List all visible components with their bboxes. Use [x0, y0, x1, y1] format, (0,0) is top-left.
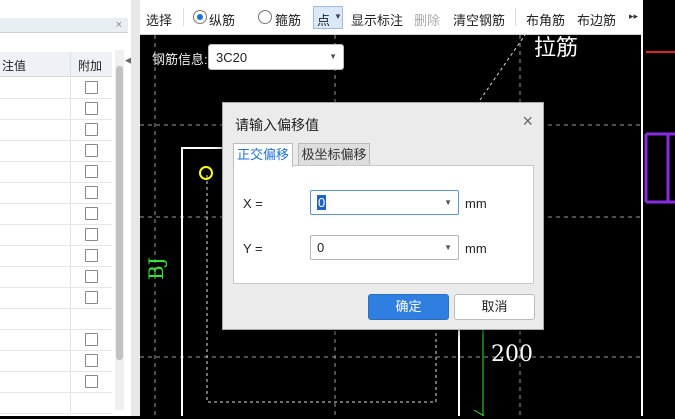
more-icon[interactable]: ▸▸ — [629, 11, 638, 22]
attach-checkbox[interactable] — [85, 291, 98, 304]
table-row — [0, 203, 112, 225]
longitudinal-label[interactable]: 纵筋 — [209, 10, 235, 29]
longitudinal-radio[interactable] — [193, 10, 207, 24]
chevron-down-icon: ▼ — [444, 198, 452, 207]
clear-rebar-button[interactable]: 清空钢筋 — [453, 10, 505, 29]
attach-checkbox[interactable] — [85, 144, 98, 157]
cancel-button[interactable]: 取消 — [454, 294, 535, 320]
toolbar-separator — [183, 8, 184, 26]
tab-orthogonal-offset[interactable]: 正交偏移 — [233, 143, 293, 167]
table-row — [0, 245, 112, 267]
dialog-tab-content: X = 0 ▼ mm Y = 0 ▼ mm — [233, 165, 534, 284]
select-button[interactable]: 选择 — [146, 10, 172, 29]
chevron-down-icon: ▼ — [329, 52, 337, 61]
attach-checkbox[interactable] — [85, 81, 98, 94]
point-mode-value: 点 — [317, 13, 331, 28]
leader-line — [479, 35, 526, 101]
table-row — [0, 329, 112, 351]
right-strip-drawing — [641, 0, 675, 416]
y-offset-value: 0 — [317, 240, 325, 255]
close-icon[interactable]: × — [522, 111, 533, 132]
corner-rebar-button[interactable]: 布角筋 — [526, 10, 565, 29]
table-row — [0, 182, 112, 204]
chevron-down-icon: ▼ — [334, 12, 342, 21]
table-row — [0, 287, 112, 309]
x-label: X = — [243, 196, 263, 211]
table-row — [0, 224, 112, 246]
table-row — [0, 266, 112, 288]
dialog-title: 请输入偏移值 — [235, 117, 319, 133]
column-header-attach: 附加 — [78, 59, 103, 73]
point-mode-dropdown[interactable]: 点 ▼ — [313, 6, 343, 29]
table-row — [0, 119, 112, 141]
right-canvas-strip — [641, 0, 675, 416]
delete-button[interactable]: 删除 — [414, 10, 440, 29]
canvas-text-top: 拉筋 — [534, 36, 579, 61]
attach-checkbox[interactable] — [85, 165, 98, 178]
toolbar-separator — [515, 8, 516, 26]
table-row — [0, 350, 112, 372]
attach-checkbox[interactable] — [85, 375, 98, 388]
attach-checkbox[interactable] — [85, 228, 98, 241]
stirrup-label[interactable]: 箍筋 — [275, 10, 301, 29]
column-header-value: 注值 — [2, 59, 27, 73]
ok-button[interactable]: 确定 — [368, 294, 449, 320]
attach-checkbox[interactable] — [85, 333, 98, 346]
scrollbar[interactable] — [115, 50, 124, 410]
x-offset-combo[interactable]: 0 ▼ — [310, 190, 459, 215]
x-unit: mm — [465, 196, 487, 211]
x-offset-value: 0 — [317, 195, 327, 210]
show-labels-button[interactable]: 显示标注 — [351, 10, 403, 29]
table-row — [0, 371, 112, 393]
offset-dialog: 请输入偏移值 × 正交偏移 极坐标偏移 X = 0 ▼ mm Y = 0 ▼ m… — [222, 102, 544, 330]
close-icon[interactable]: × — [116, 18, 122, 32]
rebar-info-value: 3C20 — [216, 50, 248, 65]
scrollbar-thumb[interactable] — [116, 66, 123, 360]
table-row — [0, 77, 112, 99]
canvas-text-bj: BJ — [144, 257, 168, 280]
canvas-text-dim: 200 — [491, 342, 533, 367]
table-row — [0, 140, 112, 162]
y-unit: mm — [465, 241, 487, 256]
stirrup-radio[interactable] — [258, 10, 272, 24]
left-panel-titlebar: × — [0, 18, 128, 33]
y-offset-combo[interactable]: 0 ▼ — [310, 235, 459, 260]
y-label: Y = — [243, 241, 263, 256]
rebar-info-select[interactable]: 3C20 ▼ — [208, 44, 344, 70]
attach-checkbox[interactable] — [85, 123, 98, 136]
table-row — [0, 308, 112, 330]
attach-checkbox[interactable] — [85, 102, 98, 115]
attach-checkbox[interactable] — [85, 207, 98, 220]
table-row — [0, 98, 112, 120]
toolbar: 选择 纵筋 箍筋 点 ▼ 显示标注 删除 清空钢筋 布角筋 布边筋 ▸▸ — [140, 0, 641, 35]
table-row — [0, 161, 112, 183]
chevron-down-icon: ▼ — [444, 243, 452, 252]
attach-checkbox[interactable] — [85, 186, 98, 199]
rebar-marker — [199, 166, 213, 180]
table-row — [0, 392, 112, 414]
attach-checkbox[interactable] — [85, 354, 98, 367]
attach-checkbox[interactable] — [85, 270, 98, 283]
attach-checkbox[interactable] — [85, 249, 98, 262]
tab-polar-offset[interactable]: 极坐标偏移 — [298, 143, 370, 166]
side-rebar-button[interactable]: 布边筋 — [577, 10, 616, 29]
rebar-info-label: 钢筋信息: — [152, 52, 208, 67]
panel-splitter[interactable] — [131, 0, 140, 416]
column-outline — [181, 147, 222, 416]
left-panel: × 注值 附加 ◀ — [0, 0, 132, 416]
table-header: 注值 附加 — [0, 52, 112, 77]
